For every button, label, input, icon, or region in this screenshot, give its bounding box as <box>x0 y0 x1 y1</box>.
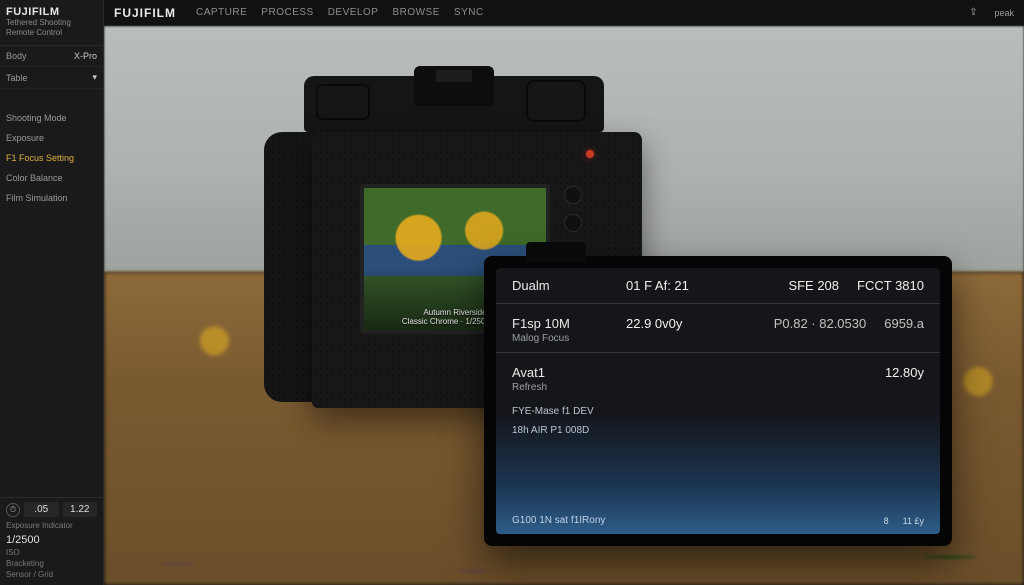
camera-dial-left <box>316 84 370 120</box>
sidebar: FUJIFILM Tethered Shooting Remote Contro… <box>0 0 104 585</box>
tab-browse[interactable]: BROWSE <box>392 7 439 18</box>
sidebar-bottom-2[interactable]: Bracketing <box>6 559 97 568</box>
tab-develop[interactable]: DEVELOP <box>328 7 379 18</box>
mon-r1-label: Dualm <box>512 278 608 293</box>
monitor-notch <box>526 242 586 262</box>
sidebar-item-exposure[interactable]: Exposure <box>0 128 103 148</box>
tab-sync[interactable]: SYNC <box>454 7 484 18</box>
mon-r3-label: Avat1 <box>512 365 608 380</box>
sidebar-item-shooting-mode[interactable]: Shooting Mode <box>0 108 103 128</box>
mon-r2-label: F1sp 10M <box>512 316 608 331</box>
topbar: FUJIFILM CAPTURE PROCESS DEVELOP BROWSE … <box>104 0 1024 26</box>
timer-icon[interactable]: ⏱ <box>6 503 20 517</box>
sidebar-item-focus[interactable]: F1 Focus Setting <box>0 148 103 168</box>
mon-r3-v1: 12.80y <box>885 365 924 380</box>
mon-foot-r2: 11 £y <box>903 516 924 526</box>
sidebar-section-heading <box>0 89 103 108</box>
mon-r2-sub: Malog Focus <box>496 333 940 350</box>
external-monitor: Dualm 01 F Af: 21 SFE 208 FCCT 3810 F1sp… <box>484 256 952 546</box>
sidebar-body-row[interactable]: Body X-Pro <box>0 46 103 67</box>
tab-process[interactable]: PROCESS <box>261 7 313 18</box>
sidebar-chevron-icon: ▾ <box>92 72 97 83</box>
sidebar-table-row[interactable]: Table ▾ <box>0 67 103 89</box>
sidebar-item-color-balance[interactable]: Color Balance <box>0 168 103 188</box>
mon-r1-v3: FCCT 3810 <box>857 278 924 293</box>
sidebar-body-value: X-Pro <box>74 51 97 61</box>
topbar-right-label[interactable]: peak <box>994 8 1014 18</box>
mon-foot-left: G100 1N sat f1IRony <box>512 515 605 526</box>
app-root: FUJIFILM Tethered Shooting Remote Contro… <box>0 0 1024 585</box>
monitor-screen: Dualm 01 F Af: 21 SFE 208 FCCT 3810 F1sp… <box>496 268 940 534</box>
sidebar-item-film-simulation[interactable]: Film Simulation <box>0 188 103 208</box>
main-area: FUJIFILM CAPTURE PROCESS DEVELOP BROWSE … <box>104 0 1024 585</box>
sidebar-table-label: Table <box>6 73 28 83</box>
topbar-brand: FUJIFILM <box>114 6 176 20</box>
canvas: Autumn Riverside Classic Chrome · 1/250 … <box>104 26 1024 585</box>
share-icon[interactable]: ⇪ <box>966 6 980 20</box>
mon-r1-v1: 01 F Af: 21 <box>626 278 689 293</box>
sidebar-header: FUJIFILM Tethered Shooting Remote Contro… <box>0 0 103 46</box>
mon-foot-r1: 8 <box>884 516 889 526</box>
metrics-info: Exposure Indicator <box>6 521 97 530</box>
mon-small-1: FYE-Mase f1 DEV <box>496 399 940 418</box>
shutter-speed[interactable]: 1/2500 <box>6 534 97 546</box>
sidebar-subtitle-1: Tethered Shooting <box>6 18 97 28</box>
tab-capture[interactable]: CAPTURE <box>196 7 247 18</box>
camera-button <box>564 186 582 204</box>
mon-r3-sub: Refresh <box>496 382 940 399</box>
sidebar-bottom-panel: ⏱ .05 1.22 Exposure Indicator 1/2500 ISO… <box>0 497 103 585</box>
sidebar-subtitle-2: Remote Control <box>6 28 97 38</box>
camera-dial-right <box>526 80 586 122</box>
mon-r1-v2: SFE 208 <box>788 278 839 293</box>
monitor-row-1: Dualm 01 F Af: 21 SFE 208 FCCT 3810 <box>496 268 940 301</box>
mon-small-2: 18h AIR P1 008D <box>496 418 940 437</box>
mon-r2-v2: P0.82 · 82.0530 <box>774 316 867 331</box>
metric-b: 1.22 <box>63 502 98 517</box>
mon-r2-v3: 6959.a <box>884 316 924 331</box>
camera-hotshoe <box>436 70 472 82</box>
sidebar-brand: FUJIFILM <box>6 6 97 18</box>
camera-button <box>564 214 582 232</box>
metric-a: .05 <box>24 502 59 517</box>
mon-r2-v1: 22.9 0v0y <box>626 316 682 331</box>
monitor-footer: G100 1N sat f1IRony 8 11 £y <box>512 515 924 526</box>
sidebar-bottom-3[interactable]: Sensor / Grid <box>6 570 97 579</box>
sidebar-body-label: Body <box>6 51 27 61</box>
camera-rec-led-icon <box>586 150 594 158</box>
sidebar-bottom-1[interactable]: ISO <box>6 548 97 557</box>
